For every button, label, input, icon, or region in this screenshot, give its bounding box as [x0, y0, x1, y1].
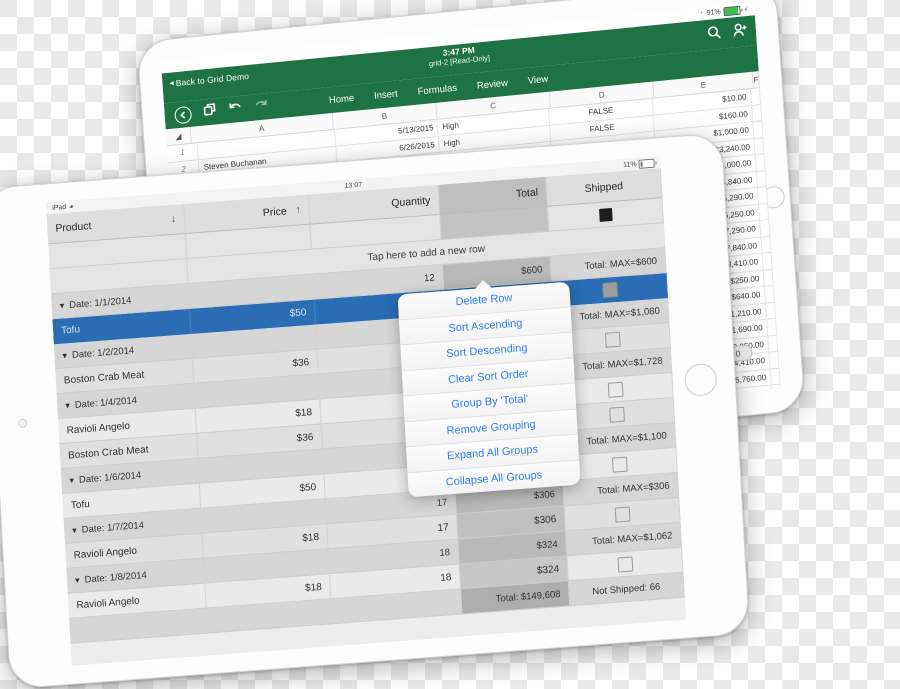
add-person-icon[interactable] — [732, 22, 748, 42]
screenshot-stage: ᛫ 91% ⚡ ◂ Back to Grid Demo 3:47 PM grid… — [0, 0, 900, 680]
chevron-down-icon: ▾ — [69, 475, 74, 486]
group-date-text: Date: 1/1/2014 — [69, 295, 132, 311]
front-tablet-device: iPad ◕ 13:07 11% Product ↓ Price — [0, 133, 750, 689]
column-header-product-label: Product — [55, 220, 92, 235]
chevron-down-icon: ▾ — [72, 525, 77, 536]
search-icon[interactable] — [707, 25, 722, 45]
tab-view[interactable]: View — [527, 73, 548, 86]
front-camera-icon — [18, 418, 27, 428]
ribbon-tool-icons — [174, 97, 269, 124]
cell-f[interactable] — [754, 138, 764, 154]
front-tablet-screen: iPad ◕ 13:07 11% Product ↓ Price — [46, 156, 686, 666]
back-circle-icon[interactable] — [174, 105, 192, 124]
cell-f[interactable] — [775, 434, 781, 446]
tab-review[interactable]: Review — [477, 77, 509, 91]
cell-f[interactable] — [759, 203, 769, 219]
context-menu-popover[interactable]: Delete RowSort AscendingSort DescendingC… — [398, 282, 581, 498]
chevron-down-icon: ▾ — [65, 400, 70, 411]
cell-f[interactable] — [758, 187, 768, 203]
cell-f[interactable] — [763, 253, 773, 269]
context-menu-items: Delete RowSort AscendingSort DescendingC… — [398, 282, 581, 498]
shipped-checkbox[interactable] — [614, 506, 630, 522]
battery-icon — [638, 158, 654, 168]
tab-home[interactable]: Home — [329, 92, 355, 105]
shipped-checkbox[interactable] — [617, 556, 633, 572]
cell-f[interactable] — [772, 385, 781, 401]
group-date-text: Date: 1/7/2014 — [81, 519, 144, 535]
cell-f[interactable] — [764, 269, 774, 285]
group-date-text: Date: 1/2/2014 — [72, 345, 135, 361]
redo-icon[interactable] — [254, 97, 269, 116]
group-date-text: Date: 1/4/2014 — [74, 395, 137, 411]
cell-f[interactable] — [768, 335, 778, 351]
row-number-cell[interactable]: 1 — [167, 143, 199, 162]
cell-f[interactable] — [760, 220, 770, 236]
cell-f[interactable] — [766, 302, 776, 318]
shipped-checkbox[interactable] — [609, 406, 625, 422]
cell-f[interactable] — [769, 352, 779, 368]
corner-cell[interactable]: ◢ — [166, 127, 192, 145]
share-icon[interactable] — [203, 102, 217, 121]
shipped-checkbox[interactable] — [602, 281, 618, 297]
shipped-checkbox[interactable] — [607, 381, 623, 397]
cell-f[interactable] — [767, 319, 777, 335]
group-date-text: Date: 1/6/2014 — [79, 470, 142, 486]
charging-bolt-icon: ⚡ — [743, 5, 748, 13]
group-date-text: Date: 1/8/2014 — [84, 569, 147, 585]
sort-descending-icon: ↓ — [171, 214, 177, 225]
popover-arrow-icon — [474, 279, 492, 289]
cell-f[interactable] — [774, 417, 781, 433]
chevron-down-icon: ▾ — [62, 350, 67, 361]
bluetooth-icon: ᛫ — [699, 10, 704, 17]
battery-icon — [723, 6, 741, 17]
chevron-down-icon: ▾ — [59, 300, 64, 311]
cell-f[interactable] — [761, 236, 771, 252]
cell-f[interactable] — [756, 154, 766, 170]
front-tablet-home-button[interactable] — [684, 363, 718, 397]
tab-formulas[interactable]: Formulas — [417, 82, 457, 97]
cell-f[interactable] — [751, 88, 761, 104]
tab-insert[interactable]: Insert — [374, 88, 398, 101]
cell-f[interactable] — [757, 170, 767, 186]
shipped-filter-checkbox[interactable] — [599, 208, 613, 222]
top-bar-actions — [707, 22, 749, 45]
sort-ascending-icon: ↑ — [295, 204, 301, 215]
chevron-down-icon: ▾ — [75, 574, 80, 585]
cell-f[interactable] — [752, 105, 762, 121]
cell-f[interactable] — [773, 401, 781, 417]
shipped-checkbox[interactable] — [604, 331, 620, 347]
data-grid[interactable]: Product ↓ Price ↑ Quantity Total Shipped — [47, 168, 685, 644]
cell-f[interactable] — [771, 368, 781, 384]
shipped-checkbox[interactable] — [611, 456, 627, 472]
column-header-price-label: Price — [263, 205, 288, 219]
column-header-f[interactable]: F — [753, 71, 760, 88]
cell-f[interactable] — [765, 286, 775, 302]
undo-icon[interactable] — [228, 100, 243, 119]
grid-body: ▾Date: 1/1/201412$600Total: MAX=$600Tofu… — [51, 248, 683, 619]
battery-percent-label: 91% — [706, 9, 720, 17]
cell-f[interactable] — [753, 121, 763, 137]
